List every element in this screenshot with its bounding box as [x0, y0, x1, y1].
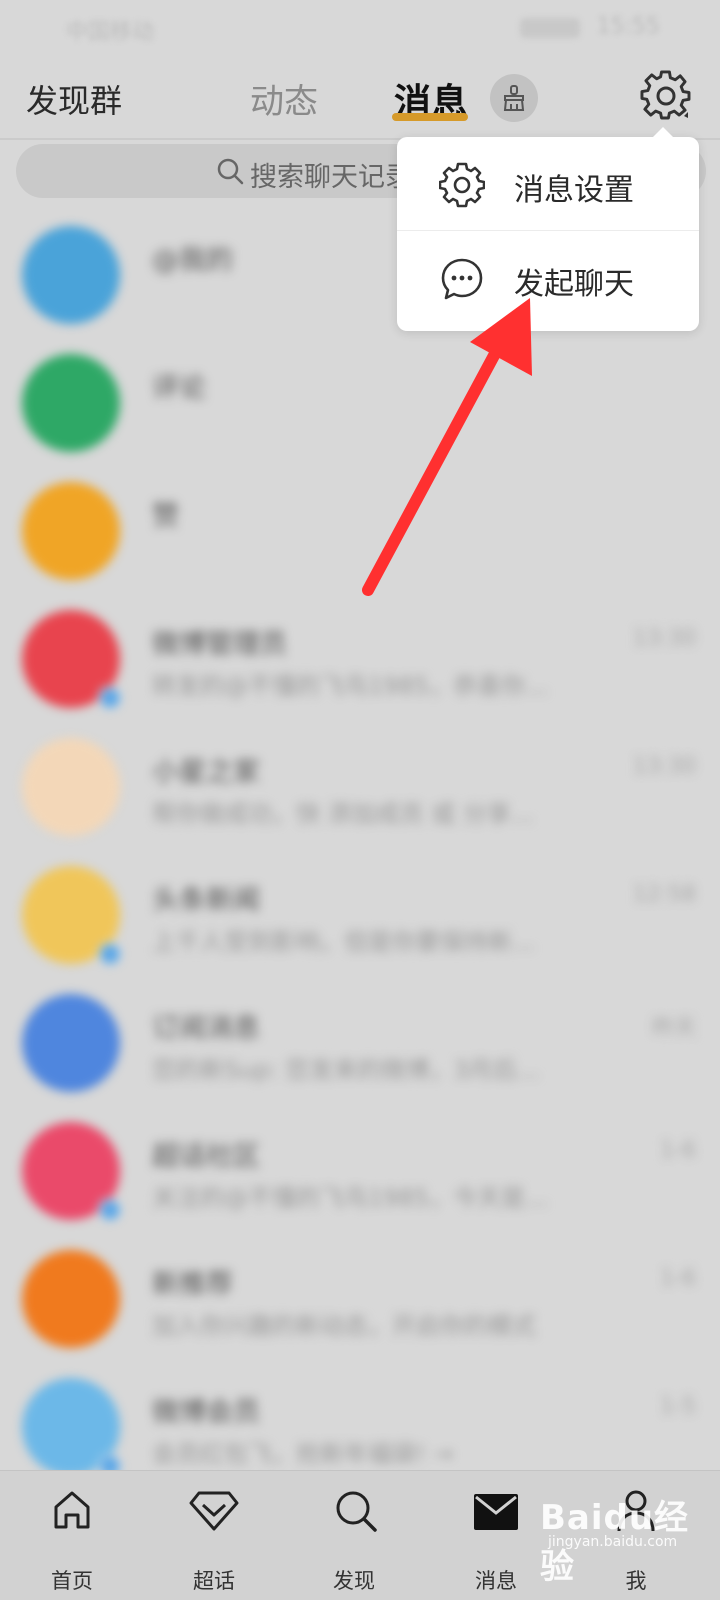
list-item[interactable]: 微博管理员 转发的@不懂的飞鸟1985，恭喜你... 13:30: [0, 596, 720, 724]
list-item[interactable]: 头条新闻 上千人受到影响，但是你要保持新... 12:58: [0, 852, 720, 980]
list-item[interactable]: 超话社区 关注的@不懂的飞鸟1985，今天是... 1-6: [0, 1108, 720, 1236]
top-header: 发现群 动态 消息: [0, 56, 720, 140]
avatar: [22, 994, 120, 1092]
verified-badge: [98, 942, 122, 966]
nav-label: 首页: [51, 1569, 93, 1593]
conversation-name: 新推荐: [152, 1269, 233, 1300]
nav-super-topic[interactable]: 超话: [154, 1471, 274, 1600]
nav-label: 发现: [333, 1569, 375, 1593]
conversation-preview: 上千人受到影响，但是你要保持新...: [152, 928, 535, 956]
nav-label: 消息: [475, 1569, 517, 1593]
nav-home[interactable]: 首页: [12, 1471, 132, 1600]
nav-messages[interactable]: 消息: [436, 1471, 556, 1600]
conversation-name: 微博管理员: [152, 629, 287, 660]
menu-item-start-chat[interactable]: 发起聊天: [397, 231, 699, 325]
menu-item-label: 发起聊天: [514, 267, 634, 302]
avatar: [22, 738, 120, 836]
conversation-name: 赞: [152, 501, 179, 532]
avatar: [22, 482, 120, 580]
list-item[interactable]: 订阅消息 您的新Sup: 您发来的微博，3月后... 昨天: [0, 980, 720, 1108]
brush-icon: [503, 85, 525, 111]
discover-groups-link[interactable]: 发现群: [26, 76, 122, 122]
conversation-name: 小星之家: [152, 757, 260, 788]
search-icon: [336, 1491, 377, 1532]
conversation-name: 评论: [152, 373, 206, 404]
conversation-preview: 加入你兴趣的新动态，开启你的模式: [152, 1312, 536, 1340]
baidu-watermark-url: jingyan.baidu.com: [548, 1534, 678, 1550]
carrier-label: 中国移动: [66, 20, 155, 45]
gear-icon: [439, 162, 485, 208]
diamond-icon: [189, 1491, 239, 1531]
home-icon: [54, 1491, 90, 1529]
list-item[interactable]: 评论: [0, 340, 720, 468]
conversation-name: @我的: [152, 245, 233, 276]
settings-button[interactable]: [640, 70, 692, 122]
clear-unread-button[interactable]: [490, 74, 538, 122]
clock: 15:55: [596, 14, 660, 39]
status-bar: 中国移动 15:55: [0, 0, 720, 56]
conversation-time: 1-6: [660, 1266, 696, 1291]
tab-dynamic[interactable]: 动态: [250, 74, 318, 123]
list-item[interactable]: 赞: [0, 468, 720, 596]
conversation-time: 1-5: [660, 1394, 696, 1419]
conversation-name: 微博会员: [152, 1397, 260, 1428]
conversation-preview: 您的新Sup: 您发来的微博，3月后...: [152, 1056, 540, 1084]
list-item[interactable]: 小星之家 帮你做成功，快 添加成员 或 分享... 13:30: [0, 724, 720, 852]
conversation-preview: 帮你做成功，快 添加成员 或 分享...: [152, 800, 534, 828]
conversation-time: 1-6: [660, 1138, 696, 1163]
nav-discover[interactable]: 发现: [294, 1471, 414, 1600]
chat-bubble-icon: [441, 258, 483, 300]
avatar: [22, 226, 120, 324]
settings-popup-menu: 消息设置 发起聊天: [397, 127, 699, 331]
list-item[interactable]: 新推荐 加入你兴趣的新动态，开启你的模式 1-6: [0, 1236, 720, 1364]
conversation-time: 13:30: [632, 754, 696, 779]
conversation-time: 昨天: [651, 1016, 696, 1041]
conversation-preview: 转发的@不懂的飞鸟1985，恭喜你...: [152, 672, 548, 700]
conversation-time: 12:58: [632, 882, 696, 907]
verified-badge: [98, 1198, 122, 1222]
nav-label: 超话: [193, 1569, 235, 1593]
conversation-name: 超话社区: [152, 1141, 260, 1172]
popup-pointer: [653, 127, 673, 137]
mail-icon: [474, 1494, 518, 1530]
gear-icon: [640, 70, 691, 120]
search-placeholder: 搜索聊天记录: [250, 162, 412, 193]
avatar: [22, 354, 120, 452]
verified-badge: [98, 686, 122, 710]
conversation-time: 13:30: [632, 626, 696, 651]
conversation-preview: 会员红包飞，抢新年福袋! →: [152, 1440, 454, 1468]
search-icon: [217, 158, 244, 185]
menu-item-label: 消息设置: [514, 173, 634, 208]
avatar: [22, 1250, 120, 1348]
battery-icon: [520, 18, 580, 38]
conversation-preview: 关注的@不懂的飞鸟1985，今天是...: [152, 1184, 548, 1212]
active-tab-indicator: [392, 113, 468, 121]
conversation-name: 头条新闻: [152, 885, 260, 916]
menu-item-message-settings[interactable]: 消息设置: [397, 137, 699, 231]
conversation-name: 订阅消息: [152, 1013, 260, 1044]
